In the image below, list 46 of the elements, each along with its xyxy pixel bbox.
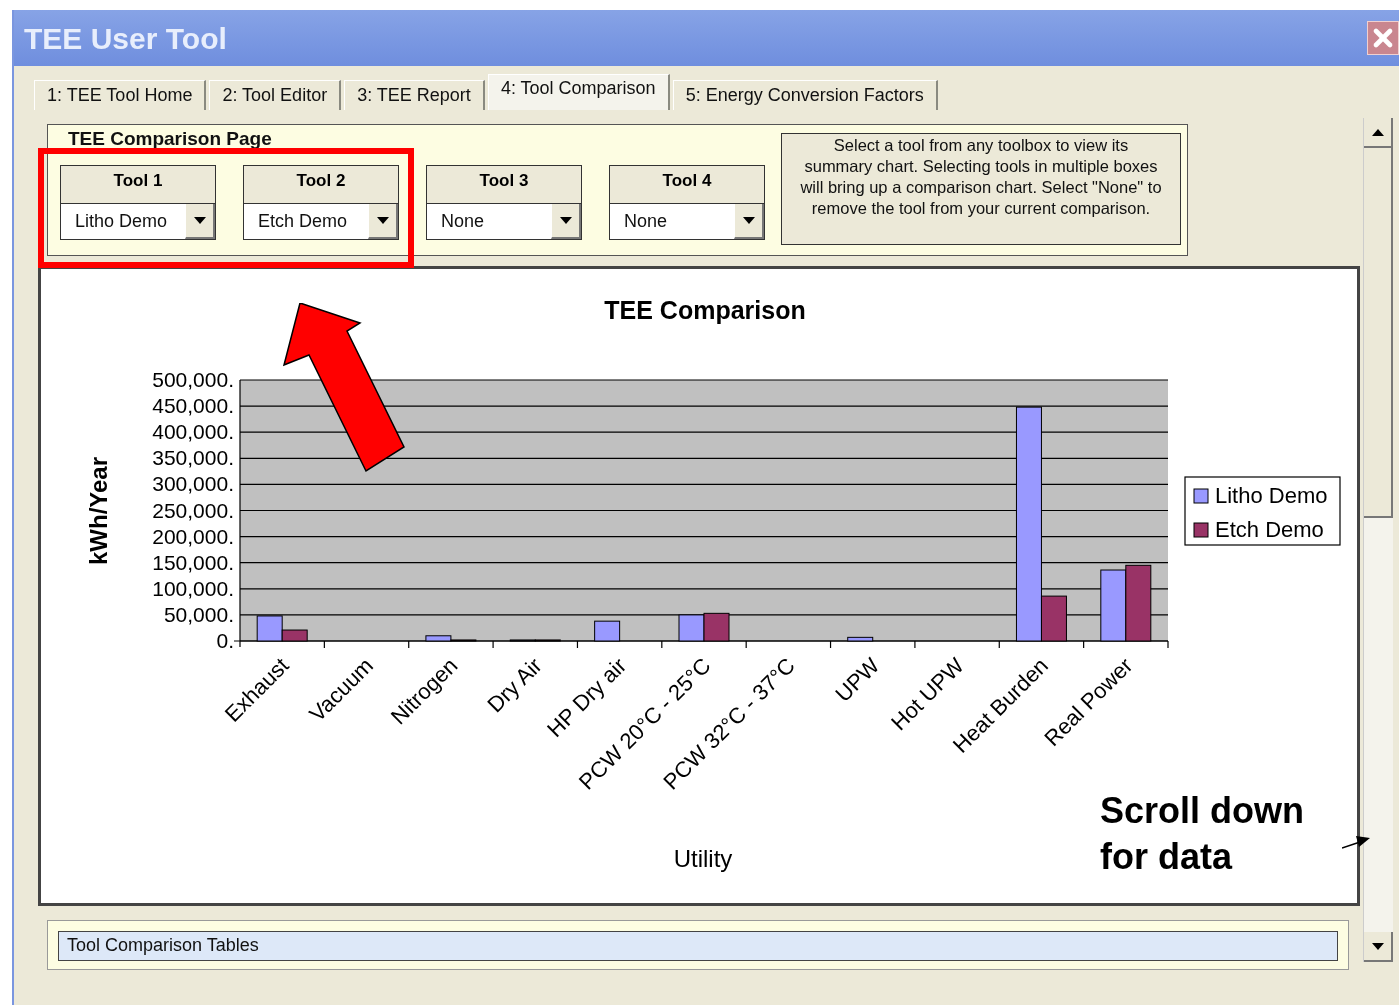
tables-header: Tool Comparison Tables bbox=[58, 931, 1338, 961]
help-text: Select a tool from any toolbox to view its summary chart. Selecting tools in multiple boxes will bring up a comparison chart. Select "None" to remove the tool from your current comparison. bbox=[781, 133, 1181, 245]
tool-dropdown[interactable]: None bbox=[426, 203, 582, 240]
y-tick-label: 250,000. bbox=[152, 498, 234, 522]
tab[interactable]: 3: TEE Report bbox=[344, 80, 485, 110]
tool-header: Tool 2 bbox=[243, 165, 399, 203]
y-tick-label: 500,000. bbox=[152, 368, 234, 391]
scrollbar-thumb[interactable] bbox=[1364, 148, 1393, 518]
scroll-up-button[interactable] bbox=[1364, 118, 1393, 148]
tool-header: Tool 3 bbox=[426, 165, 582, 203]
tab[interactable]: 4: Tool Comparison bbox=[487, 74, 670, 110]
chart-title: TEE Comparison bbox=[604, 296, 806, 324]
page-heading: TEE Comparison Page bbox=[68, 128, 273, 150]
close-button[interactable] bbox=[1367, 21, 1399, 55]
x-tick-label: Dry Air bbox=[482, 652, 547, 718]
y-tick-label: 350,000. bbox=[152, 446, 234, 470]
y-tick-label: 0. bbox=[216, 629, 234, 652]
y-tick-label: 150,000. bbox=[152, 550, 234, 574]
tool-dropdown[interactable]: Litho Demo bbox=[60, 203, 216, 240]
scroll-down-button[interactable] bbox=[1364, 932, 1393, 962]
tab[interactable]: 2: Tool Editor bbox=[209, 80, 342, 110]
y-tick-label: 450,000. bbox=[152, 394, 234, 418]
legend-label: Litho Demo bbox=[1215, 483, 1328, 508]
down-arrow-icon bbox=[1371, 942, 1384, 950]
callout-text: Scroll down for data bbox=[1100, 789, 1305, 879]
caret-icon bbox=[559, 217, 572, 224]
vertical-scrollbar[interactable] bbox=[1363, 118, 1393, 962]
caret-icon bbox=[193, 217, 206, 224]
tab[interactable]: 1: TEE Tool Home bbox=[34, 80, 207, 110]
y-tick-label: 200,000. bbox=[152, 524, 234, 548]
y-tick-label: 300,000. bbox=[152, 472, 234, 496]
y-tick-label: 100,000. bbox=[152, 576, 234, 600]
legend-label: Etch Demo bbox=[1215, 517, 1324, 542]
y-tick-label: 400,000. bbox=[152, 420, 234, 444]
caret-icon bbox=[742, 217, 755, 224]
tool-dropdown[interactable]: Etch Demo bbox=[243, 203, 399, 240]
up-arrow-icon bbox=[1371, 128, 1384, 136]
window-title: TEE User Tool bbox=[24, 20, 227, 57]
tool-header: Tool 1 bbox=[60, 165, 216, 203]
y-tick-label: 50,000. bbox=[163, 602, 234, 626]
tab[interactable]: 5: Energy Conversion Factors bbox=[672, 80, 938, 110]
x-axis-title: Utility bbox=[673, 845, 733, 872]
tool-dropdown[interactable]: None bbox=[609, 203, 765, 240]
caret-icon bbox=[376, 217, 389, 224]
tool-header: Tool 4 bbox=[609, 165, 765, 203]
y-axis-title: kWh/Year bbox=[85, 457, 112, 565]
